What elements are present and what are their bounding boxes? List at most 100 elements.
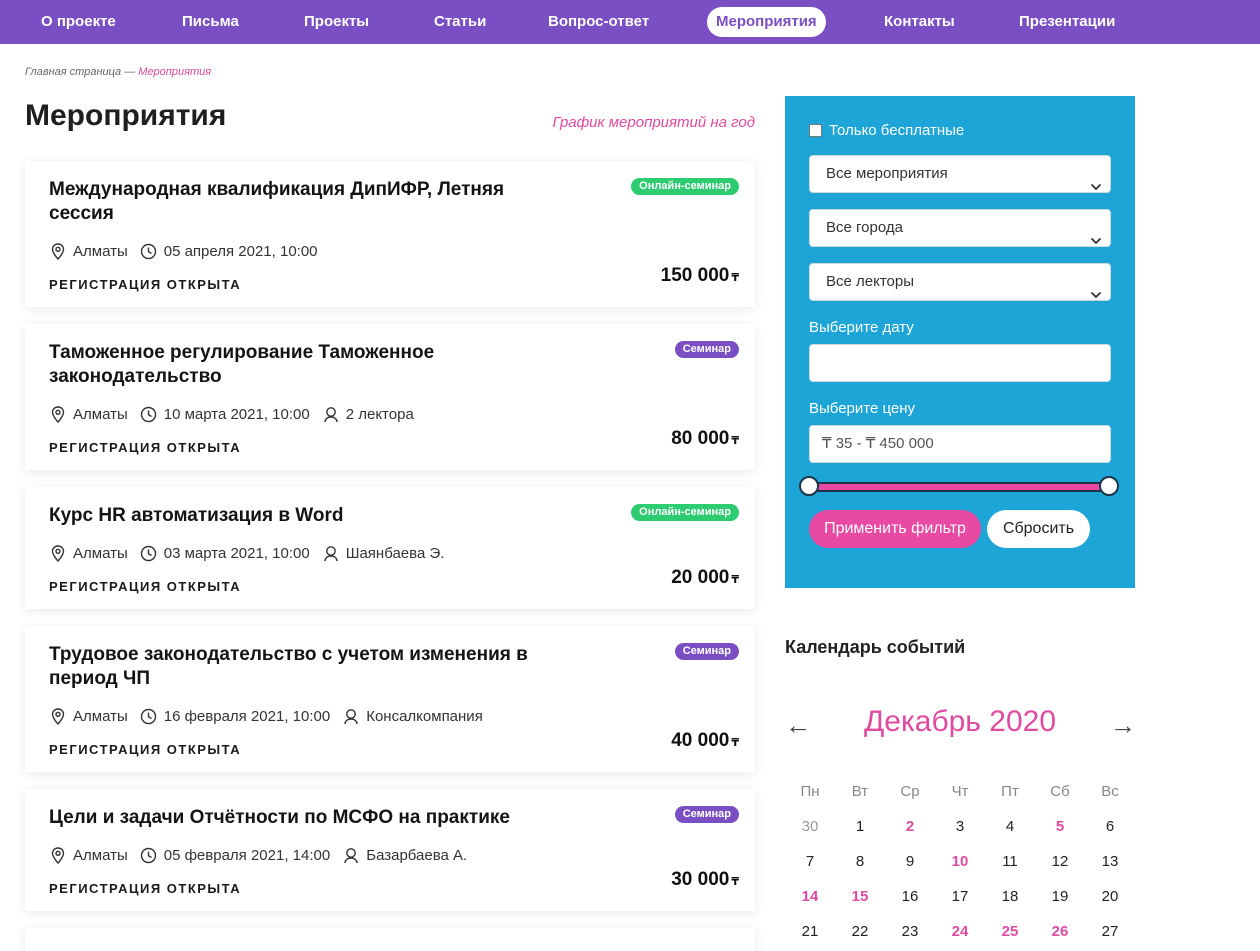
calendar-day[interactable]: 1 bbox=[840, 818, 880, 835]
event-price: 150 000 ₸ bbox=[661, 265, 739, 287]
nav-item-events[interactable]: Мероприятия bbox=[707, 7, 826, 37]
calendar-day-event[interactable]: 5 bbox=[1040, 818, 1080, 835]
registration-status: РЕГИСТРАЦИЯ ОТКРЫТА bbox=[49, 742, 242, 757]
price-value: 40 000 bbox=[671, 730, 730, 751]
calendar-day[interactable]: 17 bbox=[940, 888, 980, 905]
calendar-day[interactable]: 20 bbox=[1090, 888, 1130, 905]
calendar-day[interactable]: 19 bbox=[1040, 888, 1080, 905]
apply-filter-button[interactable]: Применить фильтр bbox=[809, 510, 981, 548]
reset-filter-button[interactable]: Сбросить bbox=[987, 510, 1090, 548]
free-only-checkbox[interactable] bbox=[809, 124, 822, 137]
event-city: Алматы bbox=[73, 405, 128, 423]
event-price: 20 000 ₸ bbox=[671, 567, 739, 589]
price-input[interactable]: ₸ 35 - ₸ 450 000 bbox=[809, 425, 1111, 463]
calendar-day[interactable]: 12 bbox=[1040, 853, 1080, 870]
calendar-day-event[interactable]: 26 bbox=[1040, 923, 1080, 940]
person-icon bbox=[322, 405, 340, 423]
registration-status: РЕГИСТРАЦИЯ ОТКРЫТА bbox=[49, 881, 242, 896]
nav-item-articles[interactable]: Статьи bbox=[425, 7, 495, 37]
currency-sign: ₸ bbox=[731, 574, 739, 586]
page-title: Мероприятия bbox=[25, 99, 227, 132]
city-select[interactable]: Все города bbox=[809, 209, 1111, 247]
event-meta: Алматы 05 февраля 2021, 14:00 Базарбаева… bbox=[49, 846, 479, 864]
calendar-day-event[interactable]: 15 bbox=[840, 888, 880, 905]
calendar-day-event[interactable]: 14 bbox=[790, 888, 830, 905]
date-label: Выберите дату bbox=[809, 319, 914, 336]
calendar-day[interactable]: 16 bbox=[890, 888, 930, 905]
event-title[interactable]: Таможенное регулирование Таможенное зако… bbox=[49, 341, 529, 389]
event-date: 05 апреля 2021, 10:00 bbox=[163, 242, 318, 260]
event-meta: Алматы 03 марта 2021, 10:00 Шаянбаева Э. bbox=[49, 544, 456, 562]
price-range-max-handle[interactable] bbox=[1099, 476, 1119, 496]
event-type-badge: Онлайн-семинар bbox=[631, 178, 739, 195]
nav-item-faq[interactable]: Вопрос-ответ bbox=[539, 7, 658, 37]
event-city: Алматы bbox=[73, 544, 128, 562]
lecturer-select[interactable]: Все лекторы bbox=[809, 263, 1111, 301]
event-city: Алматы bbox=[73, 242, 128, 260]
calendar-day[interactable]: 7 bbox=[790, 853, 830, 870]
nav-item-letters[interactable]: Письма bbox=[173, 7, 248, 37]
event-type-value: Все мероприятия bbox=[826, 165, 948, 182]
clock-icon bbox=[140, 846, 158, 864]
nav-item-contacts[interactable]: Контакты bbox=[875, 7, 964, 37]
calendar-next-arrow[interactable]: → bbox=[1110, 710, 1136, 741]
calendar-day[interactable]: 30 bbox=[790, 818, 830, 835]
date-input[interactable] bbox=[809, 344, 1111, 382]
chevron-down-icon bbox=[1090, 277, 1102, 313]
calendar-day-event[interactable]: 24 bbox=[940, 923, 980, 940]
weekday-label: Вт bbox=[851, 783, 869, 800]
clock-icon bbox=[140, 242, 158, 260]
calendar-day[interactable]: 11 bbox=[990, 853, 1030, 870]
event-date: 10 марта 2021, 10:00 bbox=[163, 405, 310, 423]
calendar-day[interactable]: 18 bbox=[990, 888, 1030, 905]
calendar-day-event[interactable]: 25 bbox=[990, 923, 1030, 940]
calendar-day-event[interactable]: 10 bbox=[940, 853, 980, 870]
person-icon bbox=[342, 707, 360, 725]
event-title[interactable]: Международная квалификация ДипИФР, Летня… bbox=[49, 178, 529, 226]
calendar-day[interactable]: 21 bbox=[790, 923, 830, 940]
nav-item-presentations[interactable]: Презентации bbox=[1010, 7, 1124, 37]
breadcrumb: Главная страница — Мероприятия bbox=[25, 66, 211, 78]
price-range-slider[interactable] bbox=[809, 482, 1109, 492]
person-icon bbox=[322, 544, 340, 562]
free-only-toggle[interactable]: Только бесплатные bbox=[809, 122, 964, 139]
calendar-day[interactable]: 8 bbox=[840, 853, 880, 870]
calendar-day[interactable]: 23 bbox=[890, 923, 930, 940]
calendar-day[interactable]: 9 bbox=[890, 853, 930, 870]
registration-status: РЕГИСТРАЦИЯ ОТКРЫТА bbox=[49, 579, 242, 594]
price-range-min-handle[interactable] bbox=[799, 476, 819, 496]
calendar-day[interactable]: 13 bbox=[1090, 853, 1130, 870]
nav-item-about[interactable]: О проекте bbox=[32, 7, 125, 37]
event-card[interactable]: Цели и задачи Отчётности по МСФО на прак… bbox=[25, 789, 755, 911]
breadcrumb-home[interactable]: Главная страница bbox=[25, 66, 121, 78]
event-title[interactable]: Курс HR автоматизация в Word bbox=[49, 504, 529, 528]
calendar-day[interactable]: 3 bbox=[940, 818, 980, 835]
event-type-select[interactable]: Все мероприятия bbox=[809, 155, 1111, 193]
calendar-day[interactable]: 4 bbox=[990, 818, 1030, 835]
price-label: Выберите цену bbox=[809, 400, 916, 417]
currency-sign: ₸ bbox=[731, 876, 739, 888]
weekday-label: Вс bbox=[1101, 783, 1119, 800]
event-date: 16 февраля 2021, 10:00 bbox=[163, 707, 331, 725]
event-meta: Алматы 10 марта 2021, 10:00 2 лектора bbox=[49, 405, 426, 423]
city-value: Все города bbox=[826, 219, 903, 236]
calendar-day[interactable]: 22 bbox=[840, 923, 880, 940]
event-card[interactable]: Таможенное регулирование Таможенное зако… bbox=[25, 324, 755, 470]
event-price: 40 000 ₸ bbox=[671, 730, 739, 752]
event-meta: Алматы 16 февраля 2021, 10:00 Консалкомп… bbox=[49, 707, 495, 725]
event-card[interactable] bbox=[25, 928, 755, 951]
nav-item-projects[interactable]: Проекты bbox=[295, 7, 378, 37]
event-type-badge: Онлайн-семинар bbox=[631, 504, 739, 521]
event-title[interactable]: Трудовое законодательство с учетом измен… bbox=[49, 643, 529, 691]
calendar-day-event[interactable]: 2 bbox=[890, 818, 930, 835]
event-price: 30 000 ₸ bbox=[671, 869, 739, 891]
event-card[interactable]: Международная квалификация ДипИФР, Летня… bbox=[25, 161, 755, 307]
event-card[interactable]: Курс HR автоматизация в Word Онлайн-семи… bbox=[25, 487, 755, 609]
weekday-label: Пн bbox=[800, 783, 820, 800]
event-card[interactable]: Трудовое законодательство с учетом измен… bbox=[25, 626, 755, 772]
yearly-schedule-link[interactable]: График мероприятий на год bbox=[552, 114, 755, 131]
event-title[interactable]: Цели и задачи Отчётности по МСФО на прак… bbox=[49, 806, 529, 830]
clock-icon bbox=[140, 544, 158, 562]
calendar-day[interactable]: 6 bbox=[1090, 818, 1130, 835]
calendar-day[interactable]: 27 bbox=[1090, 923, 1130, 940]
